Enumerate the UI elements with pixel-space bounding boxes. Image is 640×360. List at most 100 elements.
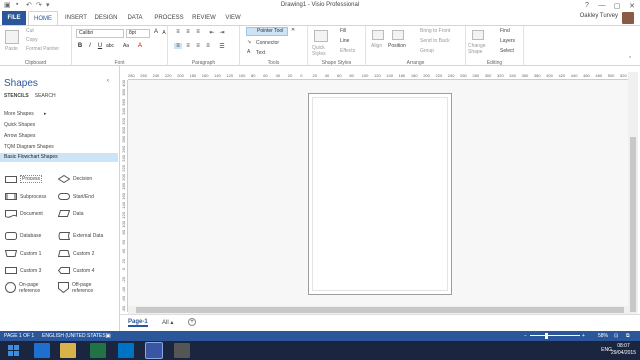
decrease-indent-icon[interactable]: ⇤ — [208, 29, 216, 36]
bold-icon[interactable]: B — [76, 43, 84, 49]
layers-button[interactable]: Layers — [500, 38, 515, 44]
shape-subprocess[interactable]: Subprocess — [5, 193, 46, 200]
all-pages-button[interactable]: All ▴ — [162, 319, 173, 326]
zoom-in-icon[interactable]: + — [582, 333, 585, 339]
strikethrough-icon[interactable]: abc — [106, 43, 114, 49]
macro-icon[interactable]: ▣ — [106, 333, 111, 339]
shape-custom-3[interactable]: Custom 3 — [5, 267, 41, 274]
excel-icon[interactable] — [90, 343, 106, 358]
minimize-button[interactable]: — — [596, 2, 608, 9]
stencil-tqm-diagram-shapes[interactable]: TQM Diagram Shapes — [4, 144, 54, 150]
font-size-icon[interactable]: Aa — [122, 43, 130, 49]
underline-icon[interactable]: U — [96, 43, 104, 49]
font-size-select[interactable]: 8pt — [126, 29, 150, 38]
tab-view[interactable]: VIEW — [222, 11, 244, 25]
page-count[interactable]: PAGE 1 OF 1 — [4, 333, 34, 339]
zoom-slider-thumb[interactable] — [545, 333, 548, 339]
add-page-button[interactable]: + — [188, 318, 196, 326]
help-button[interactable]: ? — [581, 2, 593, 9]
stencil-arrow-shapes[interactable]: Arrow Shapes — [4, 133, 35, 139]
copy-button[interactable]: Copy — [26, 37, 38, 43]
window-icon[interactable] — [174, 343, 190, 358]
tab-review[interactable]: REVIEW — [190, 11, 218, 25]
font-color-icon[interactable]: A — [136, 43, 144, 49]
tab-file[interactable]: FILE — [2, 11, 26, 25]
stencil-basic-flowchart-shapes[interactable]: Basic Flowchart Shapes — [0, 153, 118, 162]
send-to-back-button[interactable]: Send to Back — [420, 38, 450, 44]
maximize-button[interactable]: ▢ — [611, 2, 623, 10]
collapse-pane-icon[interactable]: ‹ — [107, 78, 109, 84]
stencil-more-shapes[interactable]: More Shapes — [4, 111, 34, 117]
text-button[interactable]: Text — [256, 50, 265, 56]
align-top-icon[interactable]: ≡ — [174, 29, 182, 35]
fit-page-icon[interactable]: ⊡ — [614, 333, 618, 339]
pointer-tool-button[interactable]: Pointer Tool — [246, 27, 288, 36]
align-middle-icon[interactable]: ≡ — [184, 29, 192, 35]
page-tab-1[interactable]: Page-1 — [128, 319, 148, 327]
font-face-select[interactable]: Calibri — [76, 29, 124, 38]
shape-custom-2[interactable]: Custom 2 — [58, 250, 94, 257]
connector-button[interactable]: Connector — [256, 40, 279, 46]
align-bottom-icon[interactable]: ≡ — [194, 29, 202, 35]
shape-document[interactable]: Document — [5, 210, 43, 218]
shape-custom-4[interactable]: Custom 4 — [58, 267, 94, 274]
shape-off-page-reference[interactable]: Off-page reference — [58, 282, 102, 294]
outlook-icon[interactable] — [118, 343, 134, 358]
horizontal-scrollbar[interactable] — [128, 306, 628, 314]
line-button[interactable]: Line — [340, 38, 349, 44]
find-button[interactable]: Find — [500, 28, 510, 34]
tab-design[interactable]: DESIGN — [92, 11, 120, 25]
clock[interactable]: 08:07 29/04/2015 — [611, 343, 636, 357]
quick-styles-button[interactable]: Quick Styles — [312, 45, 332, 57]
stencil-quick-shapes[interactable]: Quick Shapes — [4, 122, 35, 128]
user-name[interactable]: Oakley Turvey — [580, 13, 618, 19]
effects-button[interactable]: Effects — [340, 48, 355, 54]
collapse-ribbon-icon[interactable]: ⌃ — [628, 56, 632, 62]
shape-start-end[interactable]: Start/End — [58, 193, 94, 200]
tab-process[interactable]: PROCESS — [152, 11, 186, 25]
close-button[interactable]: ✕ — [626, 2, 638, 10]
shape-external-data[interactable]: External Data — [58, 232, 103, 240]
position-button[interactable]: Position — [388, 43, 406, 49]
shape-data[interactable]: Data — [58, 210, 84, 217]
zoom-level[interactable]: 58% — [598, 333, 608, 339]
drawing-page[interactable] — [308, 93, 452, 295]
align-left-icon[interactable]: ≡ — [174, 43, 182, 49]
tab-data[interactable]: DATA — [124, 11, 146, 25]
shape-decision[interactable]: Decision — [58, 175, 92, 183]
shape-on-page-reference[interactable]: On-page reference — [5, 282, 49, 294]
zoom-slider[interactable] — [530, 335, 580, 336]
tab-stencils[interactable]: STENCILS — [4, 93, 29, 99]
change-shape-button[interactable]: Change Shape — [468, 43, 490, 55]
start-button[interactable] — [6, 343, 22, 358]
shape-custom-1[interactable]: Custom 1 — [5, 250, 41, 257]
justify-icon[interactable]: ≡ — [204, 43, 212, 49]
shrink-font-icon[interactable]: A — [160, 30, 168, 36]
select-button[interactable]: Select — [500, 48, 514, 54]
fill-button[interactable]: Fill — [340, 28, 346, 34]
bring-to-front-button[interactable]: Bring to Front — [420, 28, 450, 34]
vertical-scrollbar[interactable] — [628, 72, 638, 314]
paste-button[interactable]: Paste — [5, 46, 18, 52]
visio-icon[interactable] — [145, 342, 163, 359]
align-right-icon[interactable]: ≡ — [194, 43, 202, 49]
switch-windows-icon[interactable]: ⧉ — [626, 333, 630, 339]
align-button[interactable]: Align — [371, 43, 382, 49]
tab-home[interactable]: HOME — [28, 11, 58, 26]
increase-indent-icon[interactable]: ⇥ — [218, 29, 226, 36]
cut-button[interactable]: Cut — [26, 28, 34, 34]
avatar[interactable] — [622, 12, 634, 24]
vertical-scroll-thumb[interactable] — [630, 137, 636, 312]
horizontal-scroll-thumb[interactable] — [136, 307, 624, 313]
file-explorer-icon[interactable] — [60, 343, 76, 358]
close-tool-icon[interactable]: ✕ — [291, 27, 295, 33]
language-status[interactable]: ENGLISH (UNITED STATES) — [42, 333, 107, 339]
tab-search[interactable]: SEARCH — [35, 93, 56, 99]
shape-database[interactable]: Database — [5, 232, 41, 240]
drawing-canvas[interactable] — [128, 80, 628, 306]
tab-insert[interactable]: INSERT — [62, 11, 90, 25]
align-center-icon[interactable]: ≡ — [184, 43, 192, 49]
bullets-icon[interactable]: ☰ — [218, 43, 226, 50]
ie-icon[interactable] — [34, 343, 50, 358]
format-painter-button[interactable]: Format Painter — [26, 46, 59, 52]
